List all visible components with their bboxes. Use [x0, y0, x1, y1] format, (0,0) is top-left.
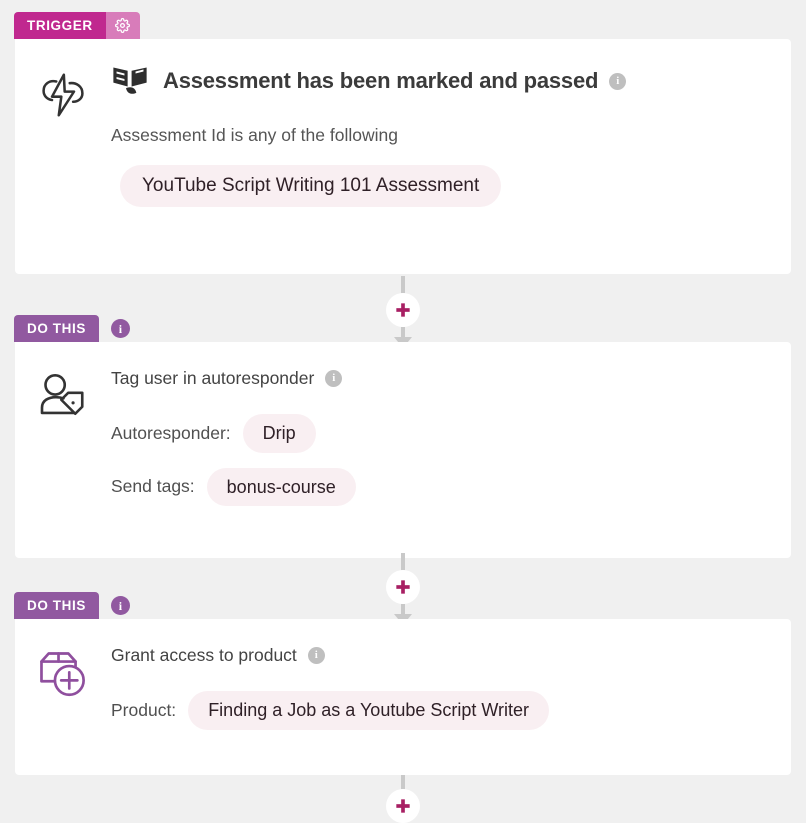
- connector-line-top: [401, 553, 405, 570]
- info-glyph: i: [118, 598, 123, 613]
- trigger-badge-row: TRIGGER: [14, 12, 806, 39]
- trigger-badge-label: TRIGGER: [27, 18, 93, 33]
- action-title-tag-user: Tag user in autoresponder: [111, 368, 315, 388]
- info-icon[interactable]: i: [307, 647, 325, 664]
- trigger-block: TRIGGER Assessment has been marked and p…: [0, 12, 806, 274]
- dothis-info-icon-2[interactable]: i: [110, 596, 130, 615]
- trigger-condition-text: Assessment Id is any of the following: [111, 125, 398, 145]
- dothis-info-icon-1[interactable]: i: [110, 319, 130, 338]
- trigger-card[interactable]: Assessment has been marked and passed i …: [15, 39, 791, 274]
- field-label-autoresponder: Autoresponder:: [111, 422, 231, 443]
- automation-flow-canvas: TRIGGER Assessment has been marked and p…: [0, 0, 806, 823]
- info-icon[interactable]: i: [325, 370, 343, 387]
- gear-icon[interactable]: [105, 12, 140, 39]
- trigger-badge-main[interactable]: TRIGGER: [14, 12, 106, 39]
- dothis-badge-label-1: DO THIS: [27, 321, 86, 336]
- trigger-title: Assessment has been marked and passed: [163, 68, 599, 93]
- trigger-badge[interactable]: TRIGGER: [14, 12, 140, 39]
- action-title-grant-access: Grant access to product: [111, 645, 297, 665]
- connector-line-top: [401, 276, 405, 293]
- dothis-badge-2[interactable]: DO THIS: [14, 592, 99, 619]
- connector-line-top: [401, 775, 405, 789]
- trigger-condition-value-pill[interactable]: YouTube Script Writing 101 Assessment: [120, 165, 502, 207]
- dothis-badge-main-1[interactable]: DO THIS: [14, 315, 99, 342]
- info-glyph: i: [314, 649, 318, 661]
- connector-3: [0, 775, 806, 823]
- dothis-badge-label-2: DO THIS: [27, 598, 86, 613]
- plus-icon[interactable]: [386, 570, 420, 604]
- field-value-autoresponder[interactable]: Drip: [242, 414, 316, 453]
- field-label-product: Product:: [111, 699, 177, 720]
- plus-icon[interactable]: [386, 293, 420, 327]
- cloud-lightning-icon: [15, 64, 111, 122]
- action-card-tag-user[interactable]: Tag user in autoresponder i Autoresponde…: [15, 342, 791, 558]
- field-value-product[interactable]: Finding a Job as a Youtube Script Writer: [188, 691, 550, 730]
- field-row-autoresponder: Autoresponder: Drip: [111, 414, 771, 453]
- info-glyph: i: [118, 321, 123, 336]
- info-glyph: i: [616, 74, 620, 87]
- field-label-send-tags: Send tags:: [111, 476, 195, 497]
- action-title-row-grant-access: Grant access to product i: [111, 645, 771, 666]
- action-title-row-tag-user: Tag user in autoresponder i: [111, 368, 771, 389]
- plus-icon[interactable]: [386, 789, 420, 823]
- action-block-tag-user: DO THIS i Tag user in autoresponder i Au…: [0, 315, 806, 558]
- action-block-grant-access: DO THIS i Grant access to product i Prod…: [0, 592, 806, 775]
- trigger-title-row: Assessment has been marked and passed i: [111, 64, 771, 98]
- info-glyph: i: [332, 372, 336, 384]
- info-icon[interactable]: i: [609, 72, 627, 90]
- field-row-product: Product: Finding a Job as a Youtube Scri…: [111, 691, 771, 730]
- field-row-send-tags: Send tags: bonus-course: [111, 467, 771, 506]
- dothis-badge-main-2[interactable]: DO THIS: [14, 592, 99, 619]
- product-box-plus-icon: [15, 645, 111, 701]
- user-tag-icon: [15, 368, 111, 424]
- action-card-grant-access[interactable]: Grant access to product i Product: Findi…: [15, 619, 791, 775]
- field-value-send-tags[interactable]: bonus-course: [206, 467, 356, 506]
- open-book-leaf-icon: [111, 64, 149, 98]
- dothis-badge-1[interactable]: DO THIS: [14, 315, 99, 342]
